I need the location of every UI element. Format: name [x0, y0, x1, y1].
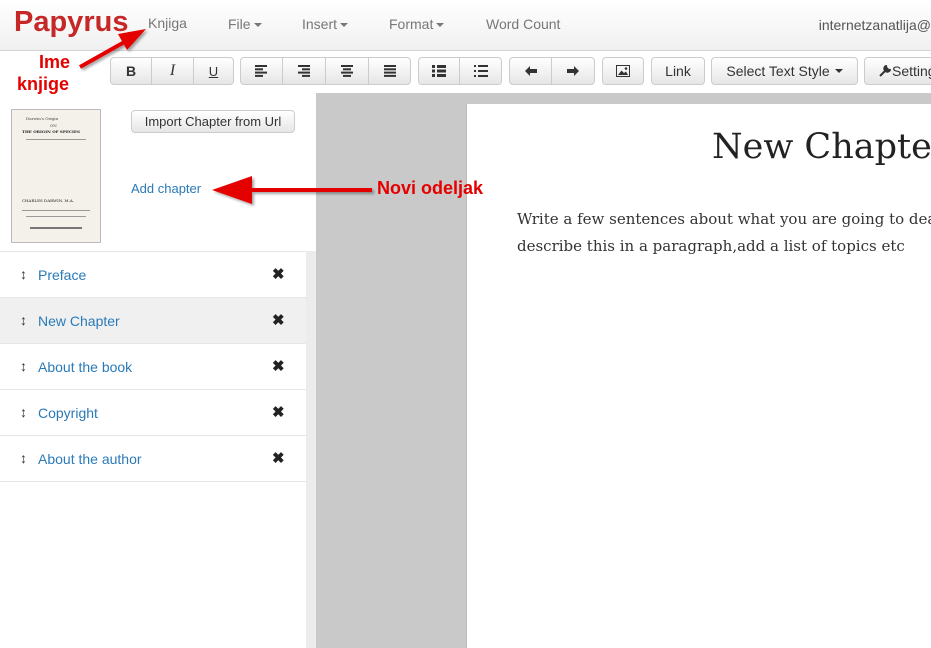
drag-handle-icon[interactable]: ↕: [20, 404, 27, 420]
cover-rule: [22, 210, 90, 211]
chapter-row[interactable]: ↕ Preface ✖: [0, 251, 306, 297]
settings-label: Setting: [892, 63, 931, 79]
nav-format-label: Format: [389, 16, 434, 32]
numbered-list-button[interactable]: [460, 57, 502, 85]
cover-title: THE ORIGIN OF SPECIES: [22, 129, 80, 134]
outdent-button[interactable]: [509, 57, 552, 85]
book-cover-thumbnail[interactable]: Darwin's Origin ON THE ORIGIN OF SPECIES…: [11, 109, 101, 243]
nav-insert-menu[interactable]: Insert: [302, 16, 349, 32]
nav-file-label: File: [228, 16, 251, 32]
top-navbar: Papyrus Knjiga File Insert Format Word C…: [0, 0, 931, 51]
text-style-dropdown[interactable]: Select Text Style: [711, 57, 858, 85]
settings-button[interactable]: Setting: [864, 57, 931, 85]
chapter-row-active[interactable]: ↕ New Chapter ✖: [0, 297, 306, 343]
delete-icon[interactable]: ✖: [272, 265, 285, 283]
nav-file-menu[interactable]: File: [228, 16, 262, 32]
cover-line: Darwin's Origin: [26, 116, 59, 121]
numbered-list-icon: [473, 65, 488, 77]
user-account-menu[interactable]: internetzanatlija@: [819, 17, 931, 33]
list-group: [418, 57, 502, 85]
annotation-book-name-line2: knjige: [17, 74, 70, 94]
chapter-row[interactable]: ↕ About the book ✖: [0, 343, 306, 389]
import-chapter-button[interactable]: Import Chapter from Url: [131, 110, 295, 133]
bullet-list-button[interactable]: [418, 57, 460, 85]
text-format-group: B I U: [110, 57, 234, 85]
nav-word-count[interactable]: Word Count: [486, 16, 560, 32]
underline-button[interactable]: U: [194, 57, 234, 85]
annotation-new-section: Novi odeljak: [377, 178, 484, 198]
align-justify-icon: [383, 65, 396, 77]
caret-down-icon: [340, 23, 349, 28]
delete-icon[interactable]: ✖: [272, 449, 285, 467]
chapter-list: ↕ Preface ✖ ↕ New Chapter ✖ ↕ About the …: [0, 251, 306, 482]
align-right-button[interactable]: [283, 57, 326, 85]
chapter-row[interactable]: ↕ About the author ✖: [0, 435, 306, 481]
add-chapter-link[interactable]: Add chapter: [131, 181, 201, 196]
link-button[interactable]: Link: [651, 57, 705, 85]
drag-handle-icon[interactable]: ↕: [20, 312, 27, 328]
wrench-icon: [879, 65, 891, 77]
cover-rule: [30, 227, 82, 229]
text-style-label: Select Text Style: [726, 63, 830, 79]
drag-handle-icon[interactable]: ↕: [20, 266, 27, 282]
cover-rule: [26, 139, 86, 140]
drag-handle-icon[interactable]: ↕: [20, 358, 27, 374]
align-left-button[interactable]: [240, 57, 283, 85]
nav-format-menu[interactable]: Format: [389, 16, 445, 32]
cover-rule: [26, 216, 86, 217]
document-page[interactable]: [466, 104, 931, 648]
chapter-label[interactable]: Copyright: [38, 405, 98, 421]
italic-button[interactable]: I: [152, 57, 194, 85]
align-center-button[interactable]: [326, 57, 369, 85]
chapter-label[interactable]: About the book: [38, 359, 132, 375]
chapter-label[interactable]: New Chapter: [38, 313, 120, 329]
cover-line: ON: [50, 123, 57, 128]
chapter-body[interactable]: Write a few sentences about what you are…: [517, 206, 931, 260]
caret-down-icon: [436, 23, 445, 28]
cover-author: CHARLES DARWIN, M.A.: [22, 198, 75, 203]
align-left-icon: [254, 65, 267, 77]
delete-icon[interactable]: ✖: [272, 357, 285, 375]
chapter-row[interactable]: ↕ Copyright ✖: [0, 389, 306, 435]
body-line: Write a few sentences about what you are…: [517, 210, 931, 228]
body-line: describe this in a paragraph,add a list …: [517, 237, 905, 255]
insert-image-button[interactable]: [602, 57, 644, 85]
bold-button[interactable]: B: [110, 57, 152, 85]
align-justify-button[interactable]: [369, 57, 411, 85]
image-icon: [616, 65, 630, 77]
annotation-book-name-line1: Ime: [39, 52, 71, 72]
brand-logo[interactable]: Papyrus: [14, 6, 128, 39]
caret-down-icon: [253, 23, 262, 28]
alignment-group: [240, 57, 411, 85]
arrow-right-icon: [567, 66, 579, 76]
chapter-label[interactable]: About the author: [38, 451, 142, 467]
arrow-left-icon: [524, 66, 537, 76]
chapter-title[interactable]: New Chapter: [712, 127, 931, 167]
sidebar-scrollbar[interactable]: [306, 251, 316, 648]
delete-icon[interactable]: ✖: [272, 403, 285, 421]
delete-icon[interactable]: ✖: [272, 311, 285, 329]
list-divider: [0, 481, 306, 482]
indent-button[interactable]: [552, 57, 595, 85]
chapter-label[interactable]: Preface: [38, 267, 86, 283]
drag-handle-icon[interactable]: ↕: [20, 450, 27, 466]
align-right-icon: [298, 65, 310, 77]
caret-down-icon: [834, 69, 843, 73]
nav-book-name[interactable]: Knjiga: [148, 15, 187, 31]
bullet-list-icon: [432, 65, 446, 77]
indent-group: [509, 57, 595, 85]
nav-insert-label: Insert: [302, 16, 338, 32]
align-center-icon: [341, 65, 353, 77]
